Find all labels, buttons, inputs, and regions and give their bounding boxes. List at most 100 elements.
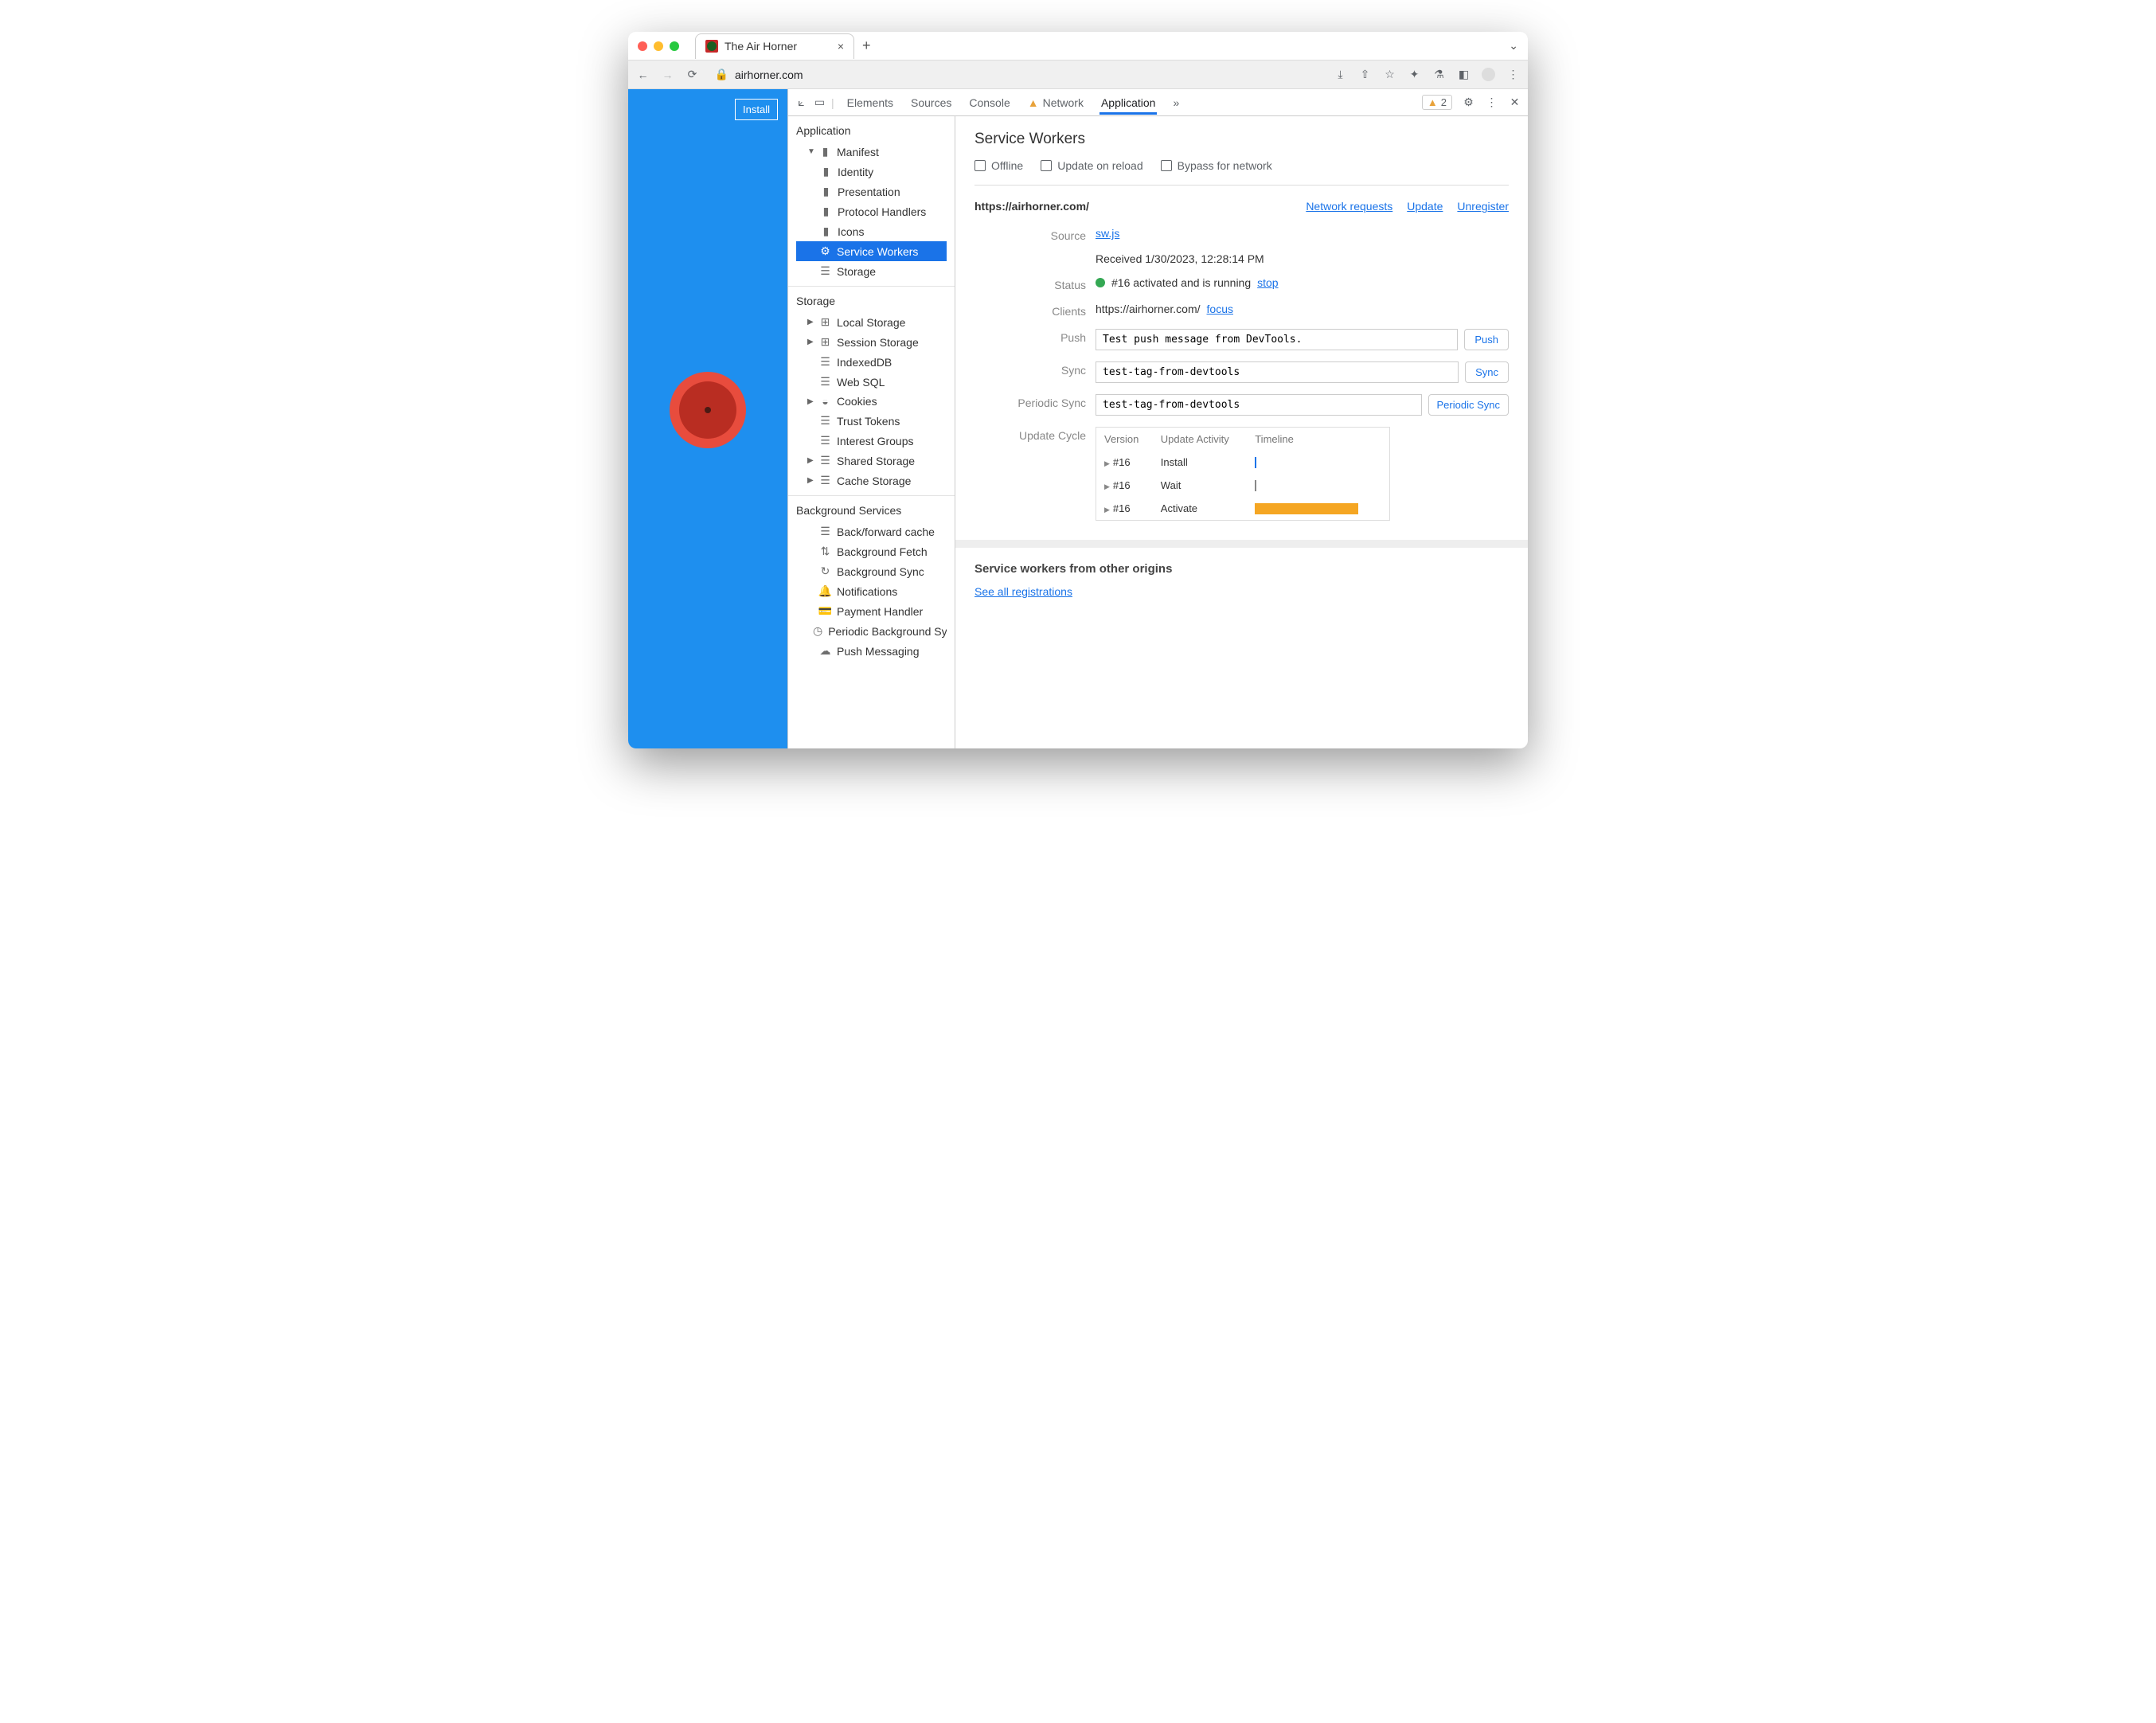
link-see-all-registrations[interactable]: See all registrations xyxy=(974,585,1072,598)
sidebar-item-indexeddb[interactable]: ☰IndexedDB xyxy=(796,352,947,372)
database-icon: ☰ xyxy=(819,474,831,487)
content-area: Install ⟀ ▭ | Elements Sources Console ▲… xyxy=(628,89,1528,748)
device-toolbar-icon[interactable]: ▭ xyxy=(813,96,826,109)
link-unregister[interactable]: Unregister xyxy=(1457,200,1509,213)
reload-icon[interactable]: ⟳ xyxy=(685,68,699,81)
install-button[interactable]: Install xyxy=(735,99,778,120)
sidebar-item-background-sync[interactable]: ↻Background Sync xyxy=(796,561,947,581)
tab-console[interactable]: Console xyxy=(967,91,1011,115)
sidebar-item-protocol-handlers[interactable]: ▮Protocol Handlers xyxy=(796,201,947,221)
titlebar: The Air Horner × + ⌄ xyxy=(628,32,1528,61)
link-stop[interactable]: stop xyxy=(1257,276,1278,289)
sidebar-item-periodic-bg-sync[interactable]: ◷Periodic Background Sync xyxy=(796,621,947,641)
periodic-sync-button[interactable]: Periodic Sync xyxy=(1428,394,1509,416)
devtools-menu-icon[interactable]: ⋮ xyxy=(1485,96,1498,109)
status-indicator-icon xyxy=(1096,278,1105,287)
sync-button[interactable]: Sync xyxy=(1465,361,1509,383)
sidebar-item-payment-handler[interactable]: 💳Payment Handler xyxy=(796,601,947,621)
window-controls xyxy=(638,41,679,51)
sw-scope: https://airhorner.com/ xyxy=(974,200,1089,213)
share-icon[interactable]: ⇧ xyxy=(1358,68,1372,81)
table-icon: ⊞ xyxy=(819,335,831,349)
sidebar-group-background: Background Services xyxy=(796,504,947,517)
minimize-window-button[interactable] xyxy=(654,41,663,51)
checkbox-offline[interactable]: Offline xyxy=(974,159,1023,172)
airhorn-button[interactable] xyxy=(670,372,746,448)
page-viewport: Install xyxy=(628,89,787,748)
link-source-file[interactable]: sw.js xyxy=(1096,227,1119,240)
clock-icon: ◷ xyxy=(813,624,822,638)
tabs-menu-icon[interactable]: ⌄ xyxy=(1509,39,1518,53)
sync-input[interactable] xyxy=(1096,361,1459,383)
sidebar-item-local-storage[interactable]: ▶⊞Local Storage xyxy=(796,312,947,332)
favicon xyxy=(705,40,718,53)
link-network-requests[interactable]: Network requests xyxy=(1306,200,1392,213)
bookmark-icon[interactable]: ☆ xyxy=(1383,68,1396,81)
browser-tab-airhorner[interactable]: The Air Horner × xyxy=(695,33,854,59)
file-icon: ▮ xyxy=(820,165,832,178)
lock-icon: 🔒 xyxy=(715,68,728,81)
sidebar-item-cache-storage[interactable]: ▶☰Cache Storage xyxy=(796,471,947,490)
close-window-button[interactable] xyxy=(638,41,647,51)
checkbox-bypass-network[interactable]: Bypass for network xyxy=(1161,159,1272,172)
sidebar-item-shared-storage[interactable]: ▶☰Shared Storage xyxy=(796,451,947,471)
label-push: Push xyxy=(974,329,1086,344)
sidebar-item-bfcache[interactable]: ☰Back/forward cache xyxy=(796,522,947,541)
inspect-icon[interactable]: ⟀ xyxy=(795,96,808,109)
forward-icon[interactable]: → xyxy=(661,68,674,81)
sidebar-item-icons[interactable]: ▮Icons xyxy=(796,221,947,241)
label-periodic-sync: Periodic Sync xyxy=(974,394,1086,409)
database-icon: ☰ xyxy=(819,434,831,447)
other-origins-heading: Service workers from other origins xyxy=(974,562,1509,576)
kebab-menu-icon[interactable]: ⋮ xyxy=(1506,68,1520,81)
label-source: Source xyxy=(974,227,1086,242)
sidebar-item-push-messaging[interactable]: ☁Push Messaging xyxy=(796,641,947,661)
tab-network[interactable]: ▲Network xyxy=(1026,91,1085,115)
sidebar-item-interest-groups[interactable]: ☰Interest Groups xyxy=(796,431,947,451)
close-tab-icon[interactable]: × xyxy=(838,40,844,53)
warnings-badge[interactable]: ▲2 xyxy=(1422,95,1452,110)
download-icon[interactable]: ⤓ xyxy=(1334,68,1347,81)
sidebar-item-manifest[interactable]: ▼▮Manifest xyxy=(796,142,947,162)
sidebar-item-service-workers[interactable]: ⚙Service Workers xyxy=(796,241,947,261)
tab-overflow[interactable]: » xyxy=(1171,91,1181,115)
sidebar-item-notifications[interactable]: 🔔Notifications xyxy=(796,581,947,601)
push-button[interactable]: Push xyxy=(1464,329,1509,350)
cycle-row[interactable]: ▶#16 Activate xyxy=(1096,497,1389,520)
gear-icon[interactable]: ⚙ xyxy=(1462,96,1475,109)
tab-application[interactable]: Application xyxy=(1099,91,1158,115)
extensions-icon[interactable]: ✦ xyxy=(1408,68,1421,81)
label-sync: Sync xyxy=(974,361,1086,377)
tab-title: The Air Horner xyxy=(725,40,797,53)
cycle-row[interactable]: ▶#16 Wait xyxy=(1096,474,1389,497)
sidebar-item-session-storage[interactable]: ▶⊞Session Storage xyxy=(796,332,947,352)
label-status: Status xyxy=(974,276,1086,291)
sidebar-item-cookies[interactable]: ▶◒Cookies xyxy=(796,392,947,411)
maximize-window-button[interactable] xyxy=(670,41,679,51)
tab-sources[interactable]: Sources xyxy=(909,91,953,115)
table-icon: ⊞ xyxy=(819,315,831,329)
sidebar-item-storage[interactable]: ☰Storage xyxy=(796,261,947,281)
sidebar-item-background-fetch[interactable]: ⇅Background Fetch xyxy=(796,541,947,561)
push-input[interactable] xyxy=(1096,329,1458,350)
sidebar-item-trust-tokens[interactable]: ☰Trust Tokens xyxy=(796,411,947,431)
url-field[interactable]: 🔒 airhorner.com xyxy=(710,68,1322,81)
devtools-toolbar: ⟀ ▭ | Elements Sources Console ▲Network … xyxy=(788,89,1528,116)
periodic-sync-input[interactable] xyxy=(1096,394,1422,416)
sidebar-item-websql[interactable]: ☰Web SQL xyxy=(796,372,947,392)
tab-elements[interactable]: Elements xyxy=(846,91,895,115)
cycle-row[interactable]: ▶#16 Install xyxy=(1096,451,1389,474)
checkbox-update-on-reload[interactable]: Update on reload xyxy=(1041,159,1142,172)
client-url: https://airhorner.com/ xyxy=(1096,303,1201,315)
profile-icon[interactable] xyxy=(1482,68,1495,81)
new-tab-button[interactable]: + xyxy=(862,37,871,54)
link-update[interactable]: Update xyxy=(1407,200,1443,213)
back-icon[interactable]: ← xyxy=(636,68,650,81)
sidebar-item-identity[interactable]: ▮Identity xyxy=(796,162,947,182)
close-devtools-icon[interactable]: ✕ xyxy=(1508,96,1521,109)
labs-icon[interactable]: ⚗ xyxy=(1432,68,1446,81)
devtools-icon[interactable]: ◧ xyxy=(1457,68,1471,81)
sidebar-item-presentation[interactable]: ▮Presentation xyxy=(796,182,947,201)
link-focus[interactable]: focus xyxy=(1207,303,1233,315)
sidebar-group-storage: Storage xyxy=(796,295,947,307)
